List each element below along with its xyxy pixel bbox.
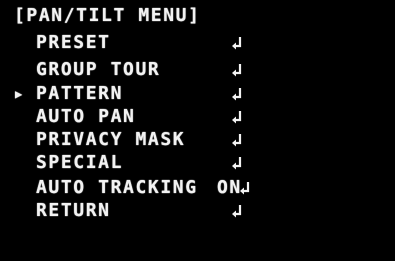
menu-item-label: PRIVACY MASK [36,129,186,150]
menu-item-label: AUTO TRACKING [36,177,198,198]
enter-return-icon [232,134,242,147]
menu-item-auto-tracking[interactable]: AUTO TRACKING ON [14,178,254,198]
menu-item-value: ON [217,177,242,198]
menu-item-auto-pan[interactable]: AUTO PAN [14,107,254,127]
menu-item-special[interactable]: SPECIAL [14,153,254,173]
menu-item-preset[interactable]: PRESET [14,33,254,53]
enter-return-icon [232,111,242,124]
menu-item-label: RETURN [36,200,111,221]
menu-item-label: PRESET [36,32,111,53]
menu-item-pattern[interactable]: ▶ PATTERN [14,84,254,104]
enter-return-icon [232,157,242,170]
menu-item-group-tour[interactable]: GROUP TOUR [14,60,254,80]
menu-item-label: PATTERN [36,83,124,104]
menu-title: [PAN/TILT MENU] [14,5,201,26]
menu-item-label: GROUP TOUR [36,59,161,80]
enter-return-icon [232,37,242,50]
selection-cursor-icon: ▶ [15,87,23,101]
menu-item-label: SPECIAL [36,152,124,173]
menu-item-privacy-mask[interactable]: PRIVACY MASK [14,130,254,150]
enter-return-icon [240,182,250,195]
camera-osd-screen: [PAN/TILT MENU] PRESET GROUP TOUR ▶ PATT… [0,0,395,261]
menu-item-label: AUTO PAN [36,106,136,127]
enter-return-icon [232,88,242,101]
enter-return-icon [232,205,242,218]
enter-return-icon [232,64,242,77]
menu-item-return[interactable]: RETURN [14,201,254,221]
